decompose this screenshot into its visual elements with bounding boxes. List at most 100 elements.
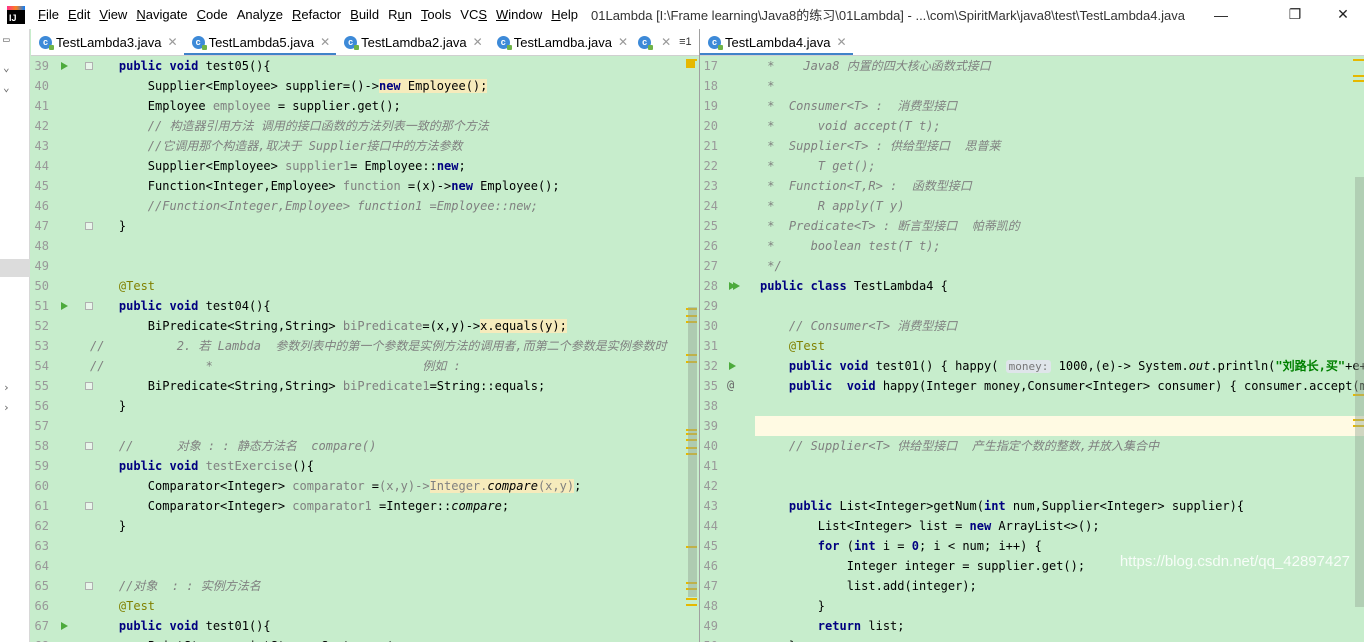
- editor-tab[interactable]: c TestLamdba.java ✕: [489, 29, 634, 55]
- code-line[interactable]: BiPredicate<String,String> biPredicate1=…: [90, 376, 545, 396]
- menu-item[interactable]: Navigate: [132, 7, 191, 22]
- minimize-button[interactable]: —: [1198, 0, 1244, 29]
- menu-item[interactable]: Build: [346, 7, 383, 22]
- left-editor[interactable]: 39 public void test05(){40 Supplier<Empl…: [31, 57, 699, 642]
- fold-icon[interactable]: [85, 222, 93, 230]
- run-class-gutter-icon[interactable]: [733, 282, 740, 290]
- chevron-right-icon[interactable]: ›: [3, 401, 10, 414]
- run-gutter-icon[interactable]: [729, 362, 736, 370]
- editor-tab[interactable]: c TestLambda5.java ✕: [183, 29, 337, 55]
- menu-item[interactable]: Help: [547, 7, 582, 22]
- code-line[interactable]: for (int i = 0; i < num; i++) {: [760, 536, 1042, 556]
- code-line[interactable]: * R apply(T y): [760, 196, 904, 216]
- code-line[interactable]: // 对象 : : 静态方法名 compare(): [90, 436, 376, 456]
- code-line[interactable]: public void testExercise(){: [90, 456, 314, 476]
- code-line[interactable]: * T get();: [760, 156, 875, 176]
- close-icon[interactable]: ✕: [618, 35, 628, 49]
- code-line[interactable]: public void happy(Integer money,Consumer…: [760, 376, 1364, 396]
- code-line[interactable]: }: [90, 396, 126, 416]
- warning-stripe-mark[interactable]: [686, 598, 697, 600]
- code-line[interactable]: * Predicate<T> : 断言型接口 帕蒂凯的: [760, 216, 1020, 236]
- editor-tab[interactable]: c TestLambda4.java ✕: [700, 29, 853, 55]
- code-line[interactable]: // Consumer<T> 消费型接口: [760, 316, 957, 336]
- fold-icon[interactable]: [85, 502, 93, 510]
- warning-stripe-mark[interactable]: [1353, 75, 1364, 77]
- code-line[interactable]: // Supplier<T> 供给型接口 产生指定个数的整数,并放入集合中: [760, 436, 1159, 456]
- code-line[interactable]: @Test: [760, 336, 825, 356]
- warning-stripe-mark[interactable]: [686, 604, 697, 606]
- code-line[interactable]: //Function<Integer,Employee> function1 =…: [90, 196, 538, 216]
- fold-icon[interactable]: [85, 442, 93, 450]
- code-line[interactable]: public void test01(){: [90, 616, 271, 636]
- code-line[interactable]: * Supplier<T> : 供给型接口 思普莱: [760, 136, 1000, 156]
- code-line[interactable]: Function<Integer,Employee> function =(x)…: [90, 176, 560, 196]
- run-gutter-icon[interactable]: [61, 302, 68, 310]
- code-line[interactable]: public void test01() { happy( money: 100…: [760, 356, 1364, 376]
- fold-icon[interactable]: [85, 382, 93, 390]
- run-gutter-icon[interactable]: [61, 62, 68, 70]
- scrollbar-thumb[interactable]: [688, 307, 697, 597]
- fold-icon[interactable]: [85, 62, 93, 70]
- code-line[interactable]: * Function<T,R> : 函数型接口: [760, 176, 972, 196]
- code-line[interactable]: }: [760, 636, 796, 642]
- code-line[interactable]: //对象 : : 实例方法名: [90, 576, 261, 596]
- code-line[interactable]: * Consumer<T> : 消费型接口: [760, 96, 957, 116]
- menu-item[interactable]: File: [34, 7, 63, 22]
- project-tool-icon[interactable]: ▭: [3, 33, 10, 46]
- tab-list-button[interactable]: ≡1: [675, 29, 696, 55]
- code-line[interactable]: Integer integer = supplier.get();: [760, 556, 1085, 576]
- warning-status-icon[interactable]: [686, 59, 695, 68]
- code-line[interactable]: Comparator<Integer> comparator =(x,y)->I…: [90, 476, 581, 496]
- code-line[interactable]: list.add(integer);: [760, 576, 977, 596]
- code-line[interactable]: public void test04(){: [90, 296, 271, 316]
- close-window-button[interactable]: ✕: [1320, 0, 1364, 29]
- menu-item[interactable]: Refactor: [288, 7, 345, 22]
- code-line[interactable]: }: [760, 596, 825, 616]
- code-line[interactable]: public List<Integer>getNum(int num,Suppl…: [760, 496, 1244, 516]
- code-line[interactable]: List<Integer> list = new ArrayList<>();: [760, 516, 1100, 536]
- close-icon[interactable]: ✕: [473, 35, 483, 49]
- menu-item[interactable]: Run: [384, 7, 416, 22]
- code-line[interactable]: // * 例如 :: [90, 356, 461, 376]
- code-line[interactable]: Employee employee = supplier.get();: [90, 96, 401, 116]
- code-line[interactable]: @Test: [90, 276, 155, 296]
- code-line[interactable]: // 构造器引用方法 调用的接口函数的方法列表一致的那个方法: [90, 116, 489, 136]
- close-icon[interactable]: ✕: [168, 35, 178, 49]
- warning-stripe-mark[interactable]: [1353, 80, 1364, 82]
- menu-item[interactable]: Edit: [64, 7, 94, 22]
- warning-stripe-mark[interactable]: [1353, 59, 1364, 61]
- fold-icon[interactable]: [85, 582, 93, 590]
- code-line[interactable]: // 2. 若 Lambda 参数列表中的第一个参数是实例方法的调用者,而第二个…: [90, 336, 667, 356]
- run-gutter-icon[interactable]: [61, 622, 68, 630]
- code-line[interactable]: PrintStream printStream=System.out;: [90, 636, 401, 642]
- fold-icon[interactable]: [85, 302, 93, 310]
- code-line[interactable]: public void test05(){: [90, 57, 271, 76]
- code-line[interactable]: */: [760, 256, 781, 276]
- code-line[interactable]: Supplier<Employee> supplier1= Employee::…: [90, 156, 466, 176]
- editor-tab[interactable]: c TestLamdba2.java ✕: [336, 29, 489, 55]
- code-line[interactable]: *: [760, 76, 774, 96]
- code-line[interactable]: Supplier<Employee> supplier=()->new Empl…: [90, 76, 488, 96]
- menu-item[interactable]: Window: [492, 7, 546, 22]
- chevron-down-icon[interactable]: ⌄: [3, 61, 10, 74]
- close-icon[interactable]: ✕: [837, 35, 847, 49]
- code-line[interactable]: return list;: [760, 616, 905, 636]
- chevron-down-icon[interactable]: ⌄: [3, 81, 10, 94]
- intellij-logo-icon[interactable]: IJ: [7, 5, 25, 24]
- close-icon[interactable]: ✕: [661, 35, 671, 49]
- menu-item[interactable]: View: [95, 7, 131, 22]
- chevron-right-icon[interactable]: ›: [3, 381, 10, 394]
- scrollbar-thumb[interactable]: [1355, 177, 1364, 607]
- code-line[interactable]: * Java8 内置的四大核心函数式接口: [760, 57, 990, 76]
- code-line[interactable]: public class TestLambda4 {: [760, 276, 948, 296]
- code-line[interactable]: * boolean test(T t);: [760, 236, 940, 256]
- menu-item[interactable]: Tools: [417, 7, 455, 22]
- close-icon[interactable]: ✕: [320, 35, 330, 49]
- menu-item[interactable]: Code: [193, 7, 232, 22]
- implements-at-icon[interactable]: @: [727, 378, 734, 392]
- code-line[interactable]: }: [90, 216, 126, 236]
- code-line[interactable]: }: [90, 516, 126, 536]
- code-line[interactable]: //它调用那个构造器,取决于 Supplier接口中的方法参数: [90, 136, 463, 156]
- code-line[interactable]: * void accept(T t);: [760, 116, 940, 136]
- menu-item[interactable]: Analyze: [233, 7, 287, 22]
